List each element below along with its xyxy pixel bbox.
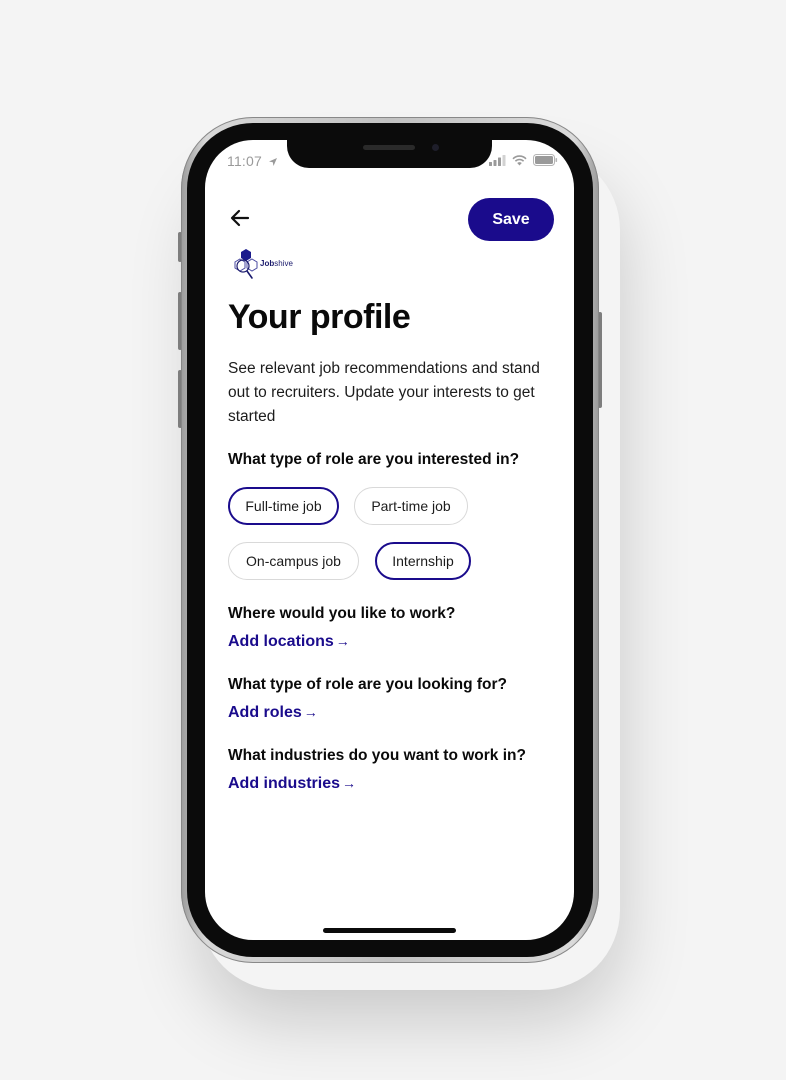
- add-roles-link[interactable]: Add roles →: [228, 704, 318, 722]
- location-arrow-icon: [269, 158, 278, 167]
- logo-wordmark-bold: Job: [260, 258, 275, 268]
- phone-mockup-stage: 11:07 Save Jobshive Your profile See rel…: [0, 0, 786, 1080]
- arrow-right-icon: →: [342, 775, 357, 791]
- status-time-text: 11:07: [227, 153, 262, 169]
- back-button[interactable]: [228, 206, 252, 230]
- arrow-left-icon: [230, 209, 250, 227]
- cellular-signal-icon: [489, 154, 506, 166]
- speaker-grille: [363, 145, 415, 150]
- location-question: Where would you like to work?: [228, 605, 456, 622]
- add-locations-label: Add locations: [228, 633, 334, 650]
- arrow-right-icon: →: [335, 633, 350, 649]
- arrow-right-icon: →: [303, 704, 318, 720]
- wifi-icon: [512, 154, 527, 165]
- chip-full-time-job[interactable]: Full-time job: [228, 487, 339, 525]
- logo-wordmark-rest: shive: [274, 258, 293, 268]
- add-locations-link[interactable]: Add locations →: [228, 633, 350, 651]
- notch: [287, 140, 492, 168]
- chip-internship[interactable]: Internship: [375, 542, 471, 580]
- role-interest-question: What type of role are you interested in?: [228, 451, 520, 468]
- page-title: Your profile: [228, 298, 411, 336]
- industries-question: What industries do you want to work in?: [228, 747, 526, 764]
- status-icons: [489, 154, 558, 166]
- jobshive-logo: Jobshive: [231, 248, 293, 280]
- intro-text: See relevant job recommendations and sta…: [228, 360, 540, 425]
- chip-part-time-job[interactable]: Part-time job: [354, 487, 468, 525]
- phone-screen: 11:07 Save Jobshive Your profile See rel…: [205, 140, 574, 940]
- battery-icon: [533, 154, 558, 166]
- role-type-question: What type of role are you looking for?: [228, 676, 508, 693]
- chip-on-campus-job[interactable]: On-campus job: [228, 542, 359, 580]
- home-indicator[interactable]: [323, 928, 456, 933]
- logo-wordmark: Jobshive: [260, 259, 293, 268]
- save-button[interactable]: Save: [468, 198, 554, 241]
- status-time: 11:07: [227, 153, 278, 169]
- add-roles-label: Add roles: [228, 704, 302, 721]
- add-industries-label: Add industries: [228, 775, 341, 792]
- hive-magnifier-logo-icon: [234, 249, 258, 279]
- front-camera: [432, 144, 439, 151]
- add-industries-link[interactable]: Add industries →: [228, 775, 356, 793]
